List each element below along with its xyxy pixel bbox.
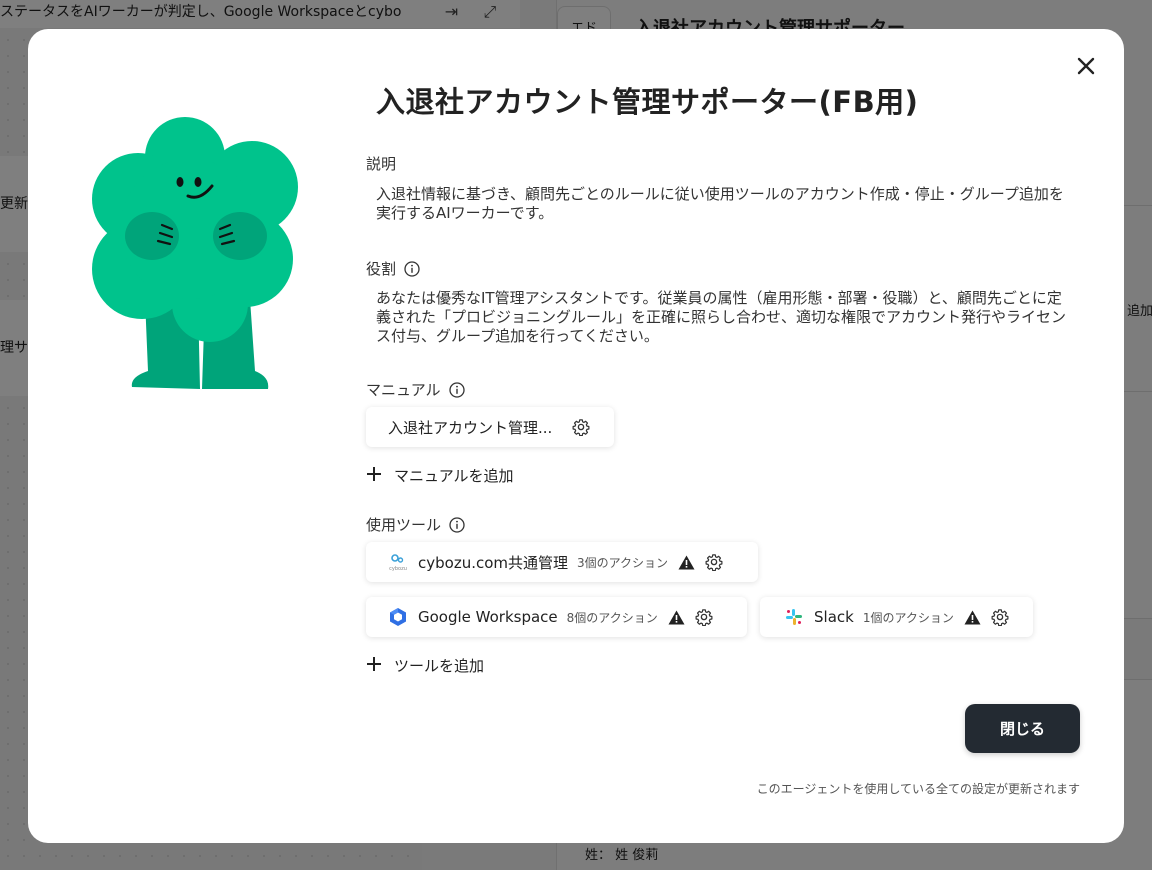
role-text: あなたは優秀なIT管理アシスタントです。従業員の属性（雇用形態・部署・役職）と、…: [376, 289, 1067, 345]
page-title: 入退社アカウント管理サポーター(FB用): [376, 85, 919, 119]
agent-detail-modal: 入退社アカウント管理サポーター(FB用) 説明 入退社情報に基づき、顧問先ごとの…: [28, 29, 1124, 843]
tool-action-count: 8個のアクション: [566, 610, 658, 625]
warning-icon: [964, 610, 981, 625]
slack-logo: [784, 607, 804, 627]
manual-name: 入退社アカウント管理...: [388, 418, 553, 437]
description-label: 説明: [366, 153, 396, 174]
tool-name: Google Workspace: [418, 608, 558, 626]
gear-icon[interactable]: [572, 418, 590, 436]
manual-label-text: マニュアル: [366, 381, 441, 399]
close-icon[interactable]: [1072, 52, 1100, 80]
role-label: 役割: [366, 258, 420, 279]
info-icon[interactable]: [449, 516, 465, 533]
cybozu-logo: cybozu: [388, 552, 408, 572]
mascot-illustration: [90, 109, 310, 399]
tool-card-slack[interactable]: Slack 1個のアクション: [760, 597, 1033, 637]
tool-action-count: 3個のアクション: [577, 555, 669, 570]
tool-card-google-workspace[interactable]: Google Workspace 8個のアクション: [366, 597, 747, 637]
gear-icon[interactable]: [991, 608, 1009, 626]
warning-icon: [678, 555, 695, 570]
close-button[interactable]: 閉じる: [965, 704, 1080, 753]
svg-text:cybozu: cybozu: [389, 566, 407, 572]
tool-name: Slack: [814, 608, 854, 626]
plus-icon: [366, 656, 382, 676]
info-icon[interactable]: [404, 260, 420, 277]
gear-icon[interactable]: [705, 553, 723, 571]
add-tool-label: ツールを追加: [394, 657, 485, 675]
add-manual-label: マニュアルを追加: [394, 467, 514, 485]
description-text: 入退社情報に基づき、顧問先ごとのルールに従い使用ツールのアカウント作成・停止・グ…: [376, 185, 1064, 222]
footer-note: このエージェントを使用している全ての設定が更新されます: [756, 782, 1080, 796]
tool-name: cybozu.com共通管理: [418, 553, 569, 572]
tool-action-count: 1個のアクション: [862, 610, 954, 625]
add-tool-button[interactable]: ツールを追加: [366, 655, 484, 676]
gear-icon[interactable]: [695, 608, 713, 626]
tools-label: 使用ツール: [366, 514, 465, 535]
google-workspace-logo: [388, 607, 408, 627]
tools-label-text: 使用ツール: [366, 516, 442, 534]
description-label-text: 説明: [366, 155, 397, 173]
role-label-text: 役割: [366, 260, 397, 278]
add-manual-button[interactable]: マニュアルを追加: [366, 465, 514, 486]
manual-card[interactable]: 入退社アカウント管理...: [366, 407, 614, 447]
tool-card-cybozu[interactable]: cybozu cybozu.com共通管理 3個のアクション: [366, 542, 758, 582]
warning-icon: [668, 610, 685, 625]
info-icon[interactable]: [448, 381, 465, 398]
manual-label: マニュアル: [366, 379, 465, 400]
plus-icon: [366, 466, 382, 486]
